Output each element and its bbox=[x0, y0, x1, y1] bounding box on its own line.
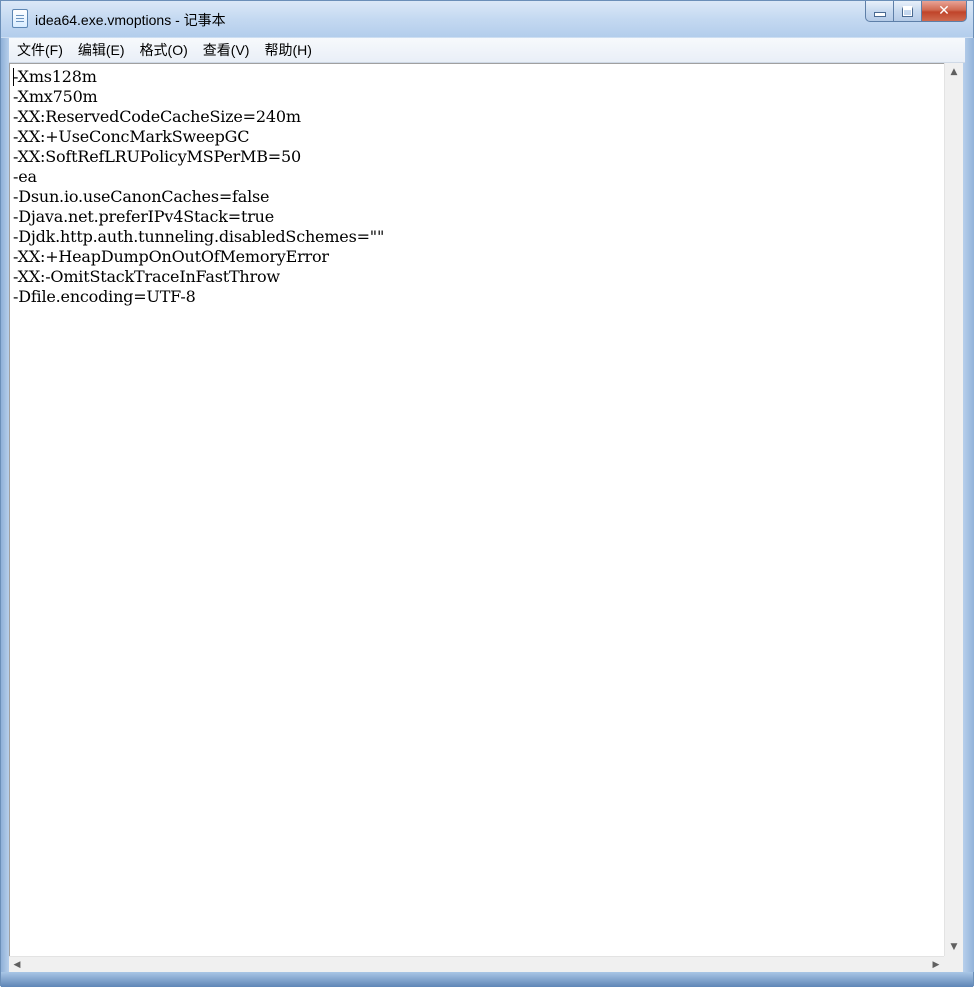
text-line: -ea bbox=[13, 167, 37, 186]
text-line: -Djava.net.preferIPv4Stack=true bbox=[13, 207, 275, 226]
minimize-icon bbox=[873, 12, 886, 17]
text-line: -Dsun.io.useCanonCaches=false bbox=[13, 187, 270, 206]
scroll-right-icon[interactable]: ▶ bbox=[928, 957, 944, 973]
notepad-window: idea64.exe.vmoptions - 记事本 ✕ 文件(F) 编辑(E)… bbox=[0, 0, 974, 987]
menu-file[interactable]: 文件(F) bbox=[9, 40, 70, 60]
close-button[interactable]: ✕ bbox=[921, 1, 967, 22]
menu-bar: 文件(F) 编辑(E) 格式(O) 查看(V) 帮助(H) bbox=[9, 38, 965, 63]
scroll-up-icon[interactable]: ▲ bbox=[945, 63, 963, 81]
maximize-icon bbox=[902, 5, 913, 17]
text-line: -Djdk.http.auth.tunneling.disabledScheme… bbox=[13, 227, 385, 246]
window-title: idea64.exe.vmoptions - 记事本 bbox=[35, 12, 226, 28]
close-icon: ✕ bbox=[938, 3, 950, 19]
menu-view[interactable]: 查看(V) bbox=[196, 40, 257, 60]
text-editor[interactable]: -Xms128m -Xmx750m -XX:ReservedCodeCacheS… bbox=[9, 63, 944, 956]
text-line: -XX:-OmitStackTraceInFastThrow bbox=[13, 267, 280, 286]
text-line: -Xms128m bbox=[13, 67, 97, 86]
window-frame-bottom bbox=[1, 972, 973, 987]
scroll-down-icon[interactable]: ▼ bbox=[945, 938, 963, 956]
text-line: -Xmx750m bbox=[13, 87, 98, 106]
title-bar[interactable]: idea64.exe.vmoptions - 记事本 ✕ bbox=[1, 1, 973, 37]
window-frame-left bbox=[1, 38, 9, 972]
scroll-left-icon[interactable]: ◀ bbox=[9, 957, 25, 973]
notepad-icon[interactable] bbox=[12, 9, 28, 28]
maximize-button[interactable] bbox=[893, 1, 921, 22]
window-frame-right bbox=[963, 38, 974, 972]
text-line: -XX:+HeapDumpOnOutOfMemoryError bbox=[13, 247, 329, 266]
text-line: -XX:ReservedCodeCacheSize=240m bbox=[13, 107, 301, 126]
caption-buttons: ✕ bbox=[865, 1, 967, 23]
text-line: -Dfile.encoding=UTF-8 bbox=[13, 287, 196, 306]
menu-edit[interactable]: 编辑(E) bbox=[71, 40, 132, 60]
size-grip[interactable] bbox=[944, 956, 963, 972]
vertical-scrollbar[interactable]: ▲ ▼ bbox=[944, 63, 963, 956]
horizontal-scrollbar[interactable]: ◀ ▶ bbox=[9, 956, 944, 972]
text-line: -XX:SoftRefLRUPolicyMSPerMB=50 bbox=[13, 147, 301, 166]
minimize-button[interactable] bbox=[865, 1, 893, 22]
editor-content[interactable]: -Xms128m -Xmx750m -XX:ReservedCodeCacheS… bbox=[13, 67, 384, 307]
text-line: -XX:+UseConcMarkSweepGC bbox=[13, 127, 250, 146]
menu-format[interactable]: 格式(O) bbox=[133, 40, 195, 60]
menu-help[interactable]: 帮助(H) bbox=[257, 40, 318, 60]
